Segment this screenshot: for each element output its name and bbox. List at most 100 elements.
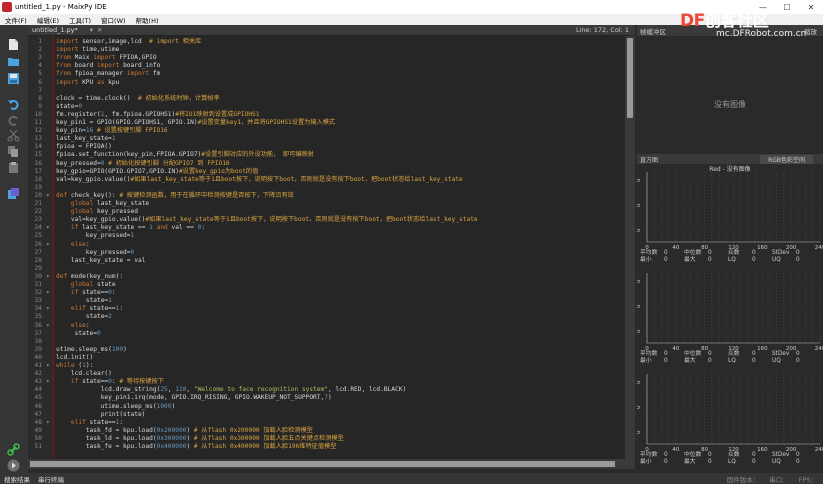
- code-line[interactable]: 28 last_key_state = val: [28, 257, 625, 265]
- close-tab-button[interactable]: ✕: [97, 26, 102, 34]
- code-line[interactable]: 40 lcd.init(): [28, 354, 625, 362]
- code-line[interactable]: 43 ▾ if state==0: # 等待按键按下: [28, 378, 625, 386]
- colorspace-select[interactable]: RGB色彩空间: [760, 154, 813, 164]
- connect-icon[interactable]: [7, 187, 20, 200]
- code-line[interactable]: 49 task_fd = kpu.load(0x200000) # 从flash…: [28, 427, 625, 435]
- code-line[interactable]: 6 import KPU as kpu: [28, 79, 625, 87]
- code-line[interactable]: 9 state=0: [28, 103, 625, 111]
- search-results-tab[interactable]: 搜索结果: [0, 474, 34, 484]
- code-line[interactable]: 11 key_pin1 = GPIO(GPIO.GPIOHS1, GPIO.IN)…: [28, 119, 625, 127]
- redo-icon[interactable]: [7, 113, 20, 126]
- code-line[interactable]: 51 task_fe = kpu.load(0x400000) # 从flash…: [28, 443, 625, 451]
- code-line[interactable]: 3 from Maix import FPIOA,GPIO: [28, 54, 625, 62]
- code-line[interactable]: 41 ▾ while (1):: [28, 362, 625, 370]
- editor-horizontal-scrollbar[interactable]: [28, 459, 635, 469]
- code-line[interactable]: 19: [28, 184, 625, 192]
- code-line[interactable]: 36 ▾ else:: [28, 322, 625, 330]
- serial-link-icon[interactable]: [7, 443, 20, 456]
- code-line[interactable]: 38: [28, 338, 625, 346]
- code-line[interactable]: 33 state=1: [28, 297, 625, 305]
- line-number: 12: [34, 127, 42, 135]
- code-editor[interactable]: 1 import sensor,image,lcd # import 相关库 2 im…: [28, 36, 625, 459]
- code-line[interactable]: 47 print(state): [28, 411, 625, 419]
- undo-icon[interactable]: [7, 97, 20, 110]
- fold-toggle-icon[interactable]: ▾: [46, 305, 50, 313]
- code-line[interactable]: 37 state=0: [28, 330, 625, 338]
- fold-toggle-icon[interactable]: ▾: [46, 241, 50, 249]
- menu-window[interactable]: 窗口(W): [96, 15, 131, 25]
- minimize-button[interactable]: —: [751, 3, 775, 12]
- line-number: 16: [34, 159, 42, 167]
- run-icon[interactable]: [7, 459, 20, 472]
- fold-toggle-icon[interactable]: ▾: [46, 322, 50, 330]
- code-line[interactable]: 15 fpioa.set_function(key_pin,FPIOA.GPIO7…: [28, 151, 625, 159]
- vertical-scroll-thumb[interactable]: [627, 38, 633, 118]
- serial-terminal-tab[interactable]: 串行终端: [34, 474, 68, 484]
- cut-icon[interactable]: [7, 129, 20, 142]
- code-line[interactable]: 35 state=2: [28, 313, 625, 321]
- save-icon[interactable]: [7, 72, 20, 85]
- paste-icon[interactable]: [7, 161, 20, 174]
- code-line[interactable]: 16 key_pressed=0 # 初始化按键引脚 分配GPIO7 到 FPIO…: [28, 160, 625, 168]
- code-line[interactable]: 31 global state: [28, 281, 625, 289]
- fold-toggle-icon[interactable]: ▾: [46, 192, 50, 200]
- stat-label: 最大: [684, 459, 696, 465]
- code-text: if last_key_state == 1 and val == 0:: [70, 224, 206, 232]
- code-line[interactable]: 27 key_pressed=0: [28, 249, 625, 257]
- copy-icon[interactable]: [7, 145, 20, 158]
- code-line[interactable]: 42 lcd.clear(): [28, 370, 625, 378]
- menu-help[interactable]: 帮助(H): [131, 15, 164, 25]
- code-text: else:: [70, 321, 90, 329]
- code-line[interactable]: 29: [28, 265, 625, 273]
- open-folder-icon[interactable]: [7, 55, 20, 68]
- fold-toggle-icon[interactable]: ▾: [46, 419, 50, 427]
- stat-label: LQ: [728, 257, 736, 263]
- stat-value: 0: [708, 257, 712, 263]
- code-line[interactable]: 17 key_gpio=GPIO(GPIO.GPIO7,GPIO.IN)#设置ke…: [28, 168, 625, 176]
- code-line[interactable]: 22 global key_pressed: [28, 208, 625, 216]
- horizontal-scroll-thumb[interactable]: [30, 461, 615, 467]
- code-line[interactable]: 25 key_pressed=1: [28, 232, 625, 240]
- code-line[interactable]: 44 lcd.draw_string(25, 110, "Welcome to …: [28, 386, 625, 394]
- code-line[interactable]: 20 ▾ def check_key(): # 按键检测函数，用于在循环中检测按键是…: [28, 192, 625, 200]
- editor-tab-untitled[interactable]: untitled_1.py*: [28, 26, 82, 34]
- code-line[interactable]: 26 ▾ else:: [28, 241, 625, 249]
- code-line[interactable]: 39 utime.sleep_ms(100): [28, 346, 625, 354]
- code-line[interactable]: 8 clock = time.clock() # 初始化系统时钟，计算帧率: [28, 95, 625, 103]
- tab-dropdown-icon[interactable]: ▾: [90, 26, 93, 34]
- fold-toggle-icon[interactable]: ▾: [46, 224, 50, 232]
- fold-toggle-icon[interactable]: ▾: [46, 289, 50, 297]
- code-line[interactable]: 18 val=key_gpio.value()#如果last_key_state等…: [28, 176, 625, 184]
- code-line[interactable]: 5 from fpioa_manager import fm: [28, 70, 625, 78]
- zoom-option[interactable]: 缩放: [804, 26, 823, 36]
- menu-file[interactable]: 文件(F): [0, 15, 32, 25]
- code-line[interactable]: 30 ▾ def mode(key_num):: [28, 273, 625, 281]
- code-line[interactable]: 34 ▾ elif state==1:: [28, 305, 625, 313]
- editor-vertical-scrollbar[interactable]: [625, 36, 635, 459]
- code-line[interactable]: 1 import sensor,image,lcd # import 相关库: [28, 38, 625, 46]
- code-line[interactable]: 12 key_pin=16 # 设置按键引脚 FPIO16: [28, 127, 625, 135]
- code-line[interactable]: 13 last_key_state=1: [28, 135, 625, 143]
- close-window-button[interactable]: ✕: [799, 3, 823, 12]
- menu-tools[interactable]: 工具(T): [64, 15, 96, 25]
- code-line[interactable]: 45 key_pin1.irq(mode, GPIO.IRQ_RISING, G…: [28, 394, 625, 402]
- maximize-button[interactable]: ☐: [775, 3, 799, 12]
- code-line[interactable]: 7: [28, 87, 625, 95]
- code-line[interactable]: 2 import time,utime: [28, 46, 625, 54]
- stat-value: 0: [708, 452, 712, 458]
- line-number: 28: [34, 256, 42, 264]
- code-line[interactable]: 21 global last_key_state: [28, 200, 625, 208]
- new-file-icon[interactable]: [7, 38, 20, 51]
- code-line[interactable]: 46 utime.sleep_ms(1000): [28, 403, 625, 411]
- code-line[interactable]: 24 ▾ if last_key_state == 1 and val == 0:: [28, 224, 625, 232]
- code-line[interactable]: 48 ▾ elif state==1:: [28, 419, 625, 427]
- code-line[interactable]: 10 fm.register(1, fm.fpioa.GPIOHS1)#将IO1映…: [28, 111, 625, 119]
- fold-toggle-icon[interactable]: ▾: [46, 362, 50, 370]
- code-line[interactable]: 23 val=key_gpio.value()#如果last_key_state…: [28, 216, 625, 224]
- code-line[interactable]: 50 task_ld = kpu.load(0x300000) # 从flash…: [28, 435, 625, 443]
- fold-toggle-icon[interactable]: ▾: [46, 378, 50, 386]
- code-line[interactable]: 4 from board import board_info: [28, 62, 625, 70]
- code-line[interactable]: 32 ▾ if state==0:: [28, 289, 625, 297]
- fold-toggle-icon[interactable]: ▾: [46, 273, 50, 281]
- menu-edit[interactable]: 编辑(E): [32, 15, 64, 25]
